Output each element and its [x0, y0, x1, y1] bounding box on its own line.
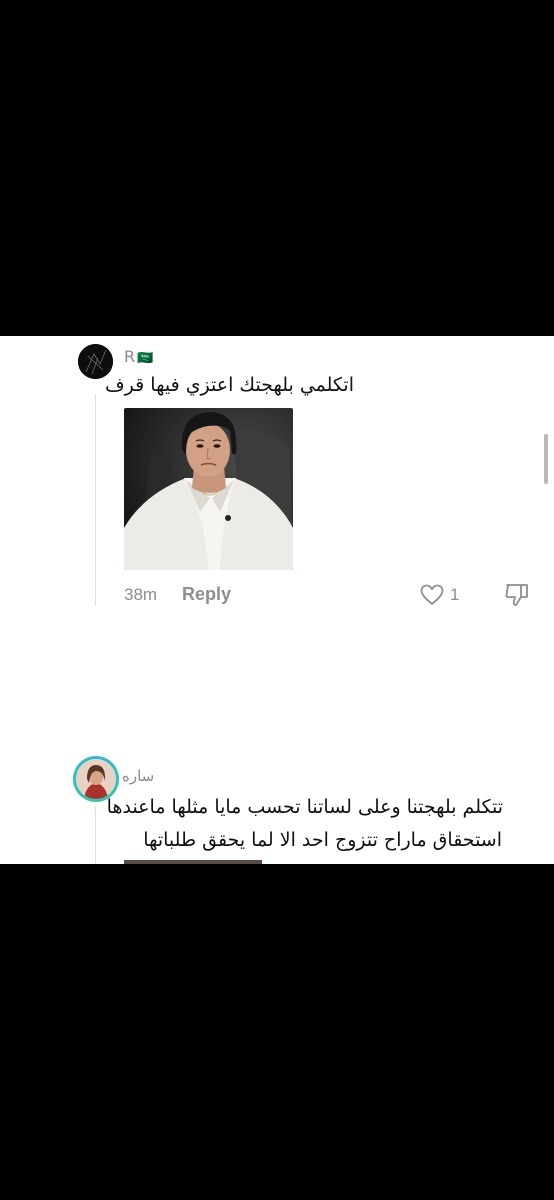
- thread-line: [95, 394, 96, 606]
- comment-username[interactable]: ساره: [122, 767, 154, 785]
- heart-icon: [420, 584, 444, 606]
- comment-image[interactable]: [124, 408, 293, 570]
- comment-text: اتكلمي بلهجتك اعتزي فيها قرف: [104, 374, 354, 396]
- thumbs-down-icon: [505, 584, 528, 606]
- scrollbar[interactable]: [544, 434, 548, 484]
- avatar[interactable]: [76, 759, 116, 799]
- like-count: 1: [450, 585, 460, 604]
- comment-username[interactable]: R 🇸🇦: [124, 347, 153, 366]
- comment-text-line-1: تتكلم بلهجتنا وعلى لساتنا تحسب مايا مثله…: [106, 796, 503, 818]
- flag-icon: 🇸🇦: [137, 351, 154, 366]
- reply-button[interactable]: Reply: [182, 584, 231, 605]
- comment-time: 38m: [124, 585, 158, 604]
- avatar-image: [76, 759, 116, 799]
- comment-text-line-2: استحقاق ماراح تتزوج احد الا لما يحقق طلب…: [143, 829, 502, 851]
- like-button[interactable]: 1: [420, 583, 465, 607]
- thread-line: [95, 806, 96, 864]
- comment-image-partial[interactable]: [124, 860, 262, 864]
- username-text: R: [124, 347, 136, 366]
- woman-photo-image: [124, 408, 293, 570]
- dislike-button[interactable]: [504, 582, 530, 608]
